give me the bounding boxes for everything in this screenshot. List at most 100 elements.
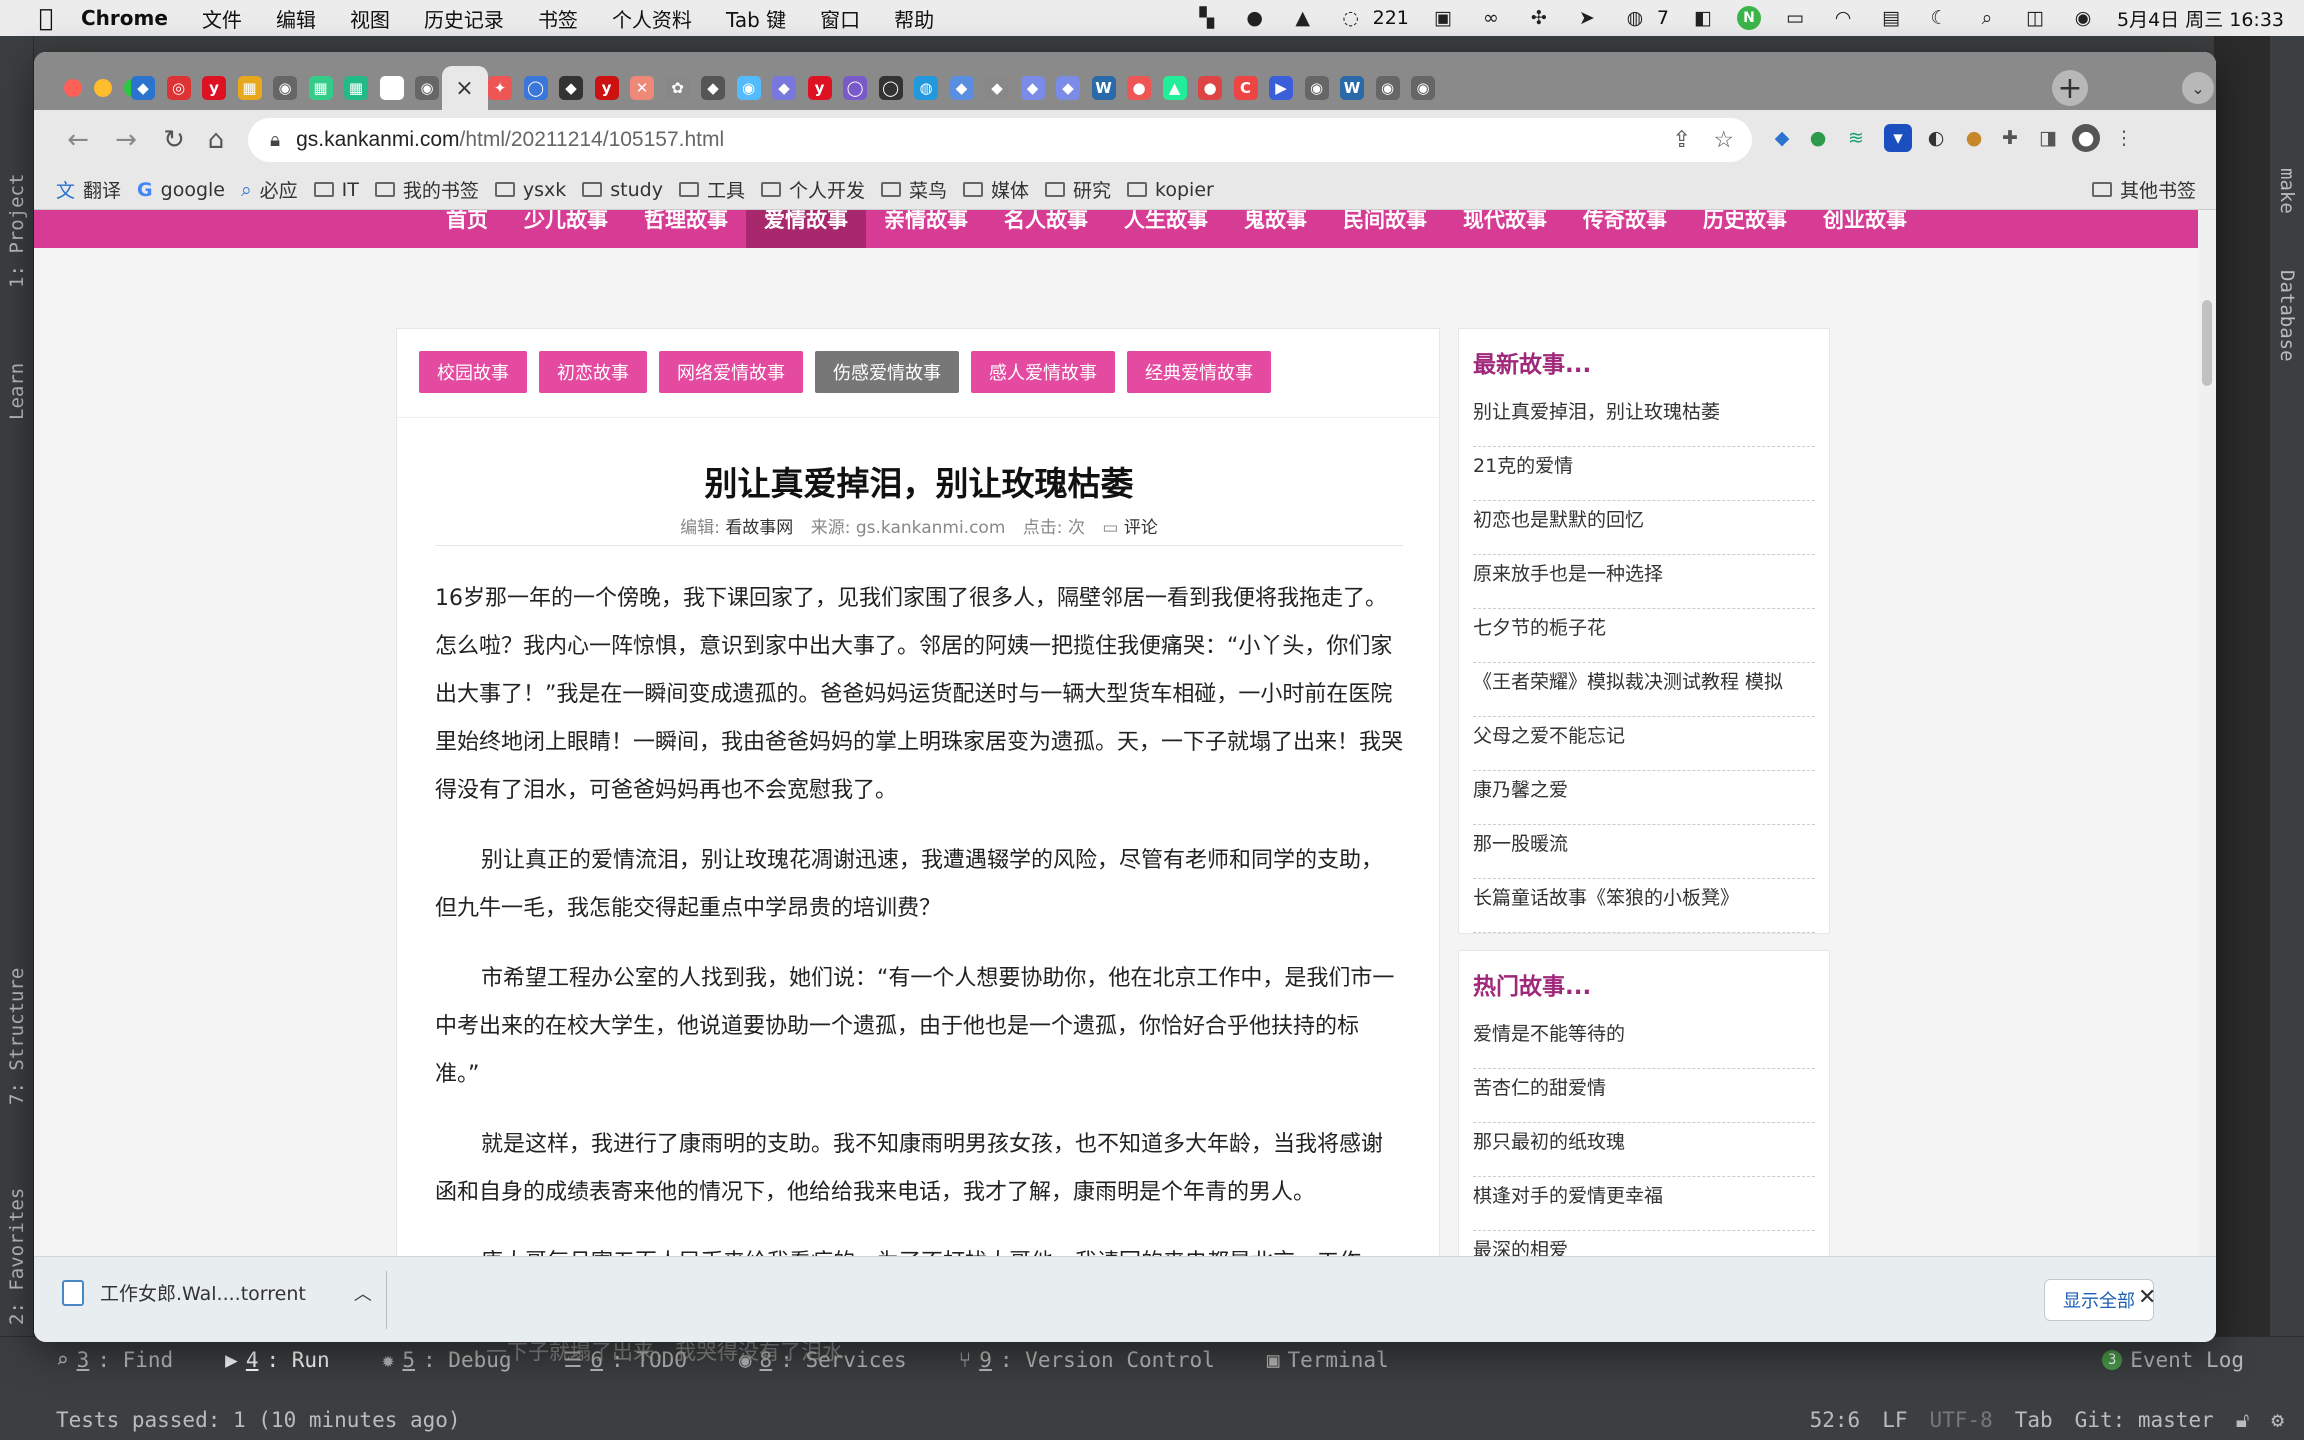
scrollbar-thumb[interactable] [2202, 300, 2212, 386]
tab-search-button[interactable]: ⌄ [2182, 72, 2214, 104]
apple-icon[interactable]:  [28, 0, 64, 36]
bookmark-folder-it[interactable]: IT [313, 179, 359, 201]
menu-window[interactable]: 窗口 [803, 4, 877, 33]
latest-story-link[interactable]: 七夕节的栀子花 [1473, 609, 1815, 663]
hot-story-link[interactable]: 苦杏仁的甜爱情 [1473, 1069, 1815, 1123]
reload-icon[interactable]: ↻ [158, 124, 190, 156]
status-tests[interactable]: Tests passed: 1 (10 minutes ago) [56, 1408, 461, 1432]
tool-terminal[interactable]: ▣ Terminal [1267, 1348, 1389, 1372]
bookmark-folder-study[interactable]: study [582, 179, 663, 201]
nav-item[interactable]: 人生故事 [1106, 210, 1226, 248]
browser-tab[interactable]: ◉ [1400, 66, 1446, 110]
chevron-up-icon[interactable]: ︿ [354, 1280, 372, 1306]
home-icon[interactable]: ⌂ [200, 124, 232, 156]
menu-edit[interactable]: 编辑 [259, 4, 333, 33]
battery-icon[interactable]: ▭ [1781, 6, 1809, 30]
nav-item[interactable]: 少儿故事 [506, 210, 626, 248]
hot-story-link[interactable]: 那只最初的纸玫瑰 [1473, 1123, 1815, 1177]
bookmark-folder-dev[interactable]: 个人开发 [760, 176, 865, 203]
more-menu-icon[interactable]: ⋮ [2110, 124, 2138, 152]
tool-tab-learn[interactable]: Learn [0, 336, 34, 446]
new-tab-button[interactable]: + [2052, 70, 2088, 106]
nav-item[interactable]: 传奇故事 [1565, 210, 1685, 248]
search-icon[interactable]: ⌕ [1973, 6, 2001, 30]
tool-services[interactable]: ◉ 8: Services [739, 1348, 907, 1372]
forward-icon[interactable]: → [110, 124, 142, 156]
extension-evernote-icon[interactable]: ● [1804, 124, 1832, 152]
lock-icon[interactable]: 🔒︎ [270, 129, 280, 151]
close-window-button[interactable] [64, 79, 82, 97]
tool-tab-database[interactable]: Database [2270, 236, 2304, 396]
wifi-icon[interactable]: ◠ [1829, 6, 1857, 30]
extension-bitwarden-icon[interactable]: ▾ [1884, 124, 1912, 152]
moon-icon[interactable]: ☾ [1925, 6, 1953, 30]
close-download-bar-icon[interactable]: ✕ [2138, 1285, 2156, 1310]
latest-story-link[interactable]: 康乃馨之爱 [1473, 771, 1815, 825]
category-tag[interactable]: 伤感爱情故事 [815, 351, 959, 393]
tool-tab-make[interactable]: make [2270, 146, 2304, 236]
meta-comment-link[interactable]: 评论 [1124, 518, 1158, 538]
menu-view[interactable]: 视图 [333, 4, 407, 33]
latest-story-link[interactable]: 别让真爱掉泪，别让玫瑰枯萎 [1473, 393, 1815, 447]
status-position[interactable]: 52:6 [1810, 1408, 1861, 1432]
menu-bookmarks[interactable]: 书签 [521, 4, 595, 33]
bookmark-bing[interactable]: ⌕ 必应 [241, 176, 298, 203]
s-app-icon[interactable]: ▤ [1877, 6, 1905, 30]
category-tag[interactable]: 网络爱情故事 [659, 351, 803, 393]
latest-story-link[interactable]: 21克的爱情 [1473, 447, 1815, 501]
siri-icon[interactable]: ◉ [2069, 6, 2097, 30]
category-tag[interactable]: 初恋故事 [539, 351, 647, 393]
nav-item[interactable]: 创业故事 [1805, 210, 1925, 248]
menu-tab[interactable]: Tab 键 [709, 4, 803, 33]
control-center-icon[interactable]: ◫ [2021, 6, 2049, 30]
bookmark-star-icon[interactable]: ☆ [1713, 127, 1734, 153]
address-bar[interactable]: 🔒︎ gs.kankanmi.com/html/20211214/105157.… [248, 118, 1752, 162]
profile-avatar[interactable]: ● [2072, 124, 2100, 152]
bookmark-folder-ysxk[interactable]: ysxk [494, 179, 566, 201]
bookmark-translate[interactable]: 文翻译 [56, 176, 121, 203]
bookmark-folder-runoob[interactable]: 菜鸟 [881, 176, 947, 203]
infinity-icon[interactable]: ∞ [1477, 6, 1505, 30]
hot-story-link[interactable]: 棋逢对手的爱情更幸福 [1473, 1177, 1815, 1231]
extension-layers-icon[interactable]: ≋ [1842, 124, 1870, 152]
category-tag[interactable]: 校园故事 [419, 351, 527, 393]
tool-tab-structure[interactable]: 7: Structure [0, 936, 34, 1136]
tool-tab-project[interactable]: 1: Project [0, 146, 34, 316]
latest-story-link[interactable]: 那一股暖流 [1473, 825, 1815, 879]
wechat-icon[interactable]: ◍ [1621, 6, 1649, 30]
hat-icon[interactable]: ▲ [1289, 6, 1317, 30]
bookmark-other[interactable]: 其他书签 [2091, 176, 2196, 203]
tool-find[interactable]: ⌕ 3: Find [56, 1348, 173, 1372]
nav-item[interactable]: 名人故事 [986, 210, 1106, 248]
back-icon[interactable]: ← [62, 124, 94, 156]
settings-icon[interactable]: ⚙ [2271, 1408, 2284, 1432]
nav-item[interactable]: 民间故事 [1325, 210, 1445, 248]
latest-story-link[interactable]: 《王者荣耀》模拟裁决测试教程 模拟 [1473, 663, 1815, 717]
menu-profiles[interactable]: 个人资料 [595, 4, 709, 33]
status-indent[interactable]: Tab [2015, 1408, 2053, 1432]
nav-item[interactable]: 哲理故事 [626, 210, 746, 248]
tool-run[interactable]: ▶ 4: Run [225, 1348, 330, 1372]
extension-diamond-icon[interactable]: ◆ [1768, 124, 1796, 152]
nav-item[interactable]: 爱情故事 [746, 210, 866, 248]
n-app-icon[interactable]: N [1736, 6, 1761, 30]
extension-circles-icon[interactable]: ◐ [1922, 124, 1950, 152]
status-git-branch[interactable]: Git: master [2075, 1408, 2214, 1432]
sidepanel-icon[interactable]: ◨ [2034, 124, 2062, 152]
extension-cookie-icon[interactable]: ● [1960, 124, 1988, 152]
fan-icon[interactable]: ✣ [1525, 6, 1553, 30]
status-encoding[interactable]: UTF-8 [1930, 1408, 1993, 1432]
minimize-window-button[interactable] [94, 79, 112, 97]
tool-version-control[interactable]: ⑂ 9: Version Control [959, 1348, 1215, 1372]
bookmark-icon[interactable]: ▚ [1193, 6, 1221, 30]
page-scrollbar[interactable] [2198, 210, 2216, 1308]
bookmark-folder-kopier[interactable]: kopier [1127, 179, 1214, 201]
nav-item[interactable]: 亲情故事 [866, 210, 986, 248]
category-tag[interactable]: 经典爱情故事 [1127, 351, 1271, 393]
bookmark-folder-media[interactable]: 媒体 [963, 176, 1029, 203]
event-log[interactable]: 3 Event Log [2102, 1348, 2244, 1372]
evernote-icon[interactable]: ● [1241, 6, 1269, 30]
latest-story-link[interactable]: 初恋也是默默的回忆 [1473, 501, 1815, 555]
camera-icon[interactable]: ▣ [1429, 6, 1457, 30]
nav-item[interactable]: 鬼故事 [1226, 210, 1325, 248]
